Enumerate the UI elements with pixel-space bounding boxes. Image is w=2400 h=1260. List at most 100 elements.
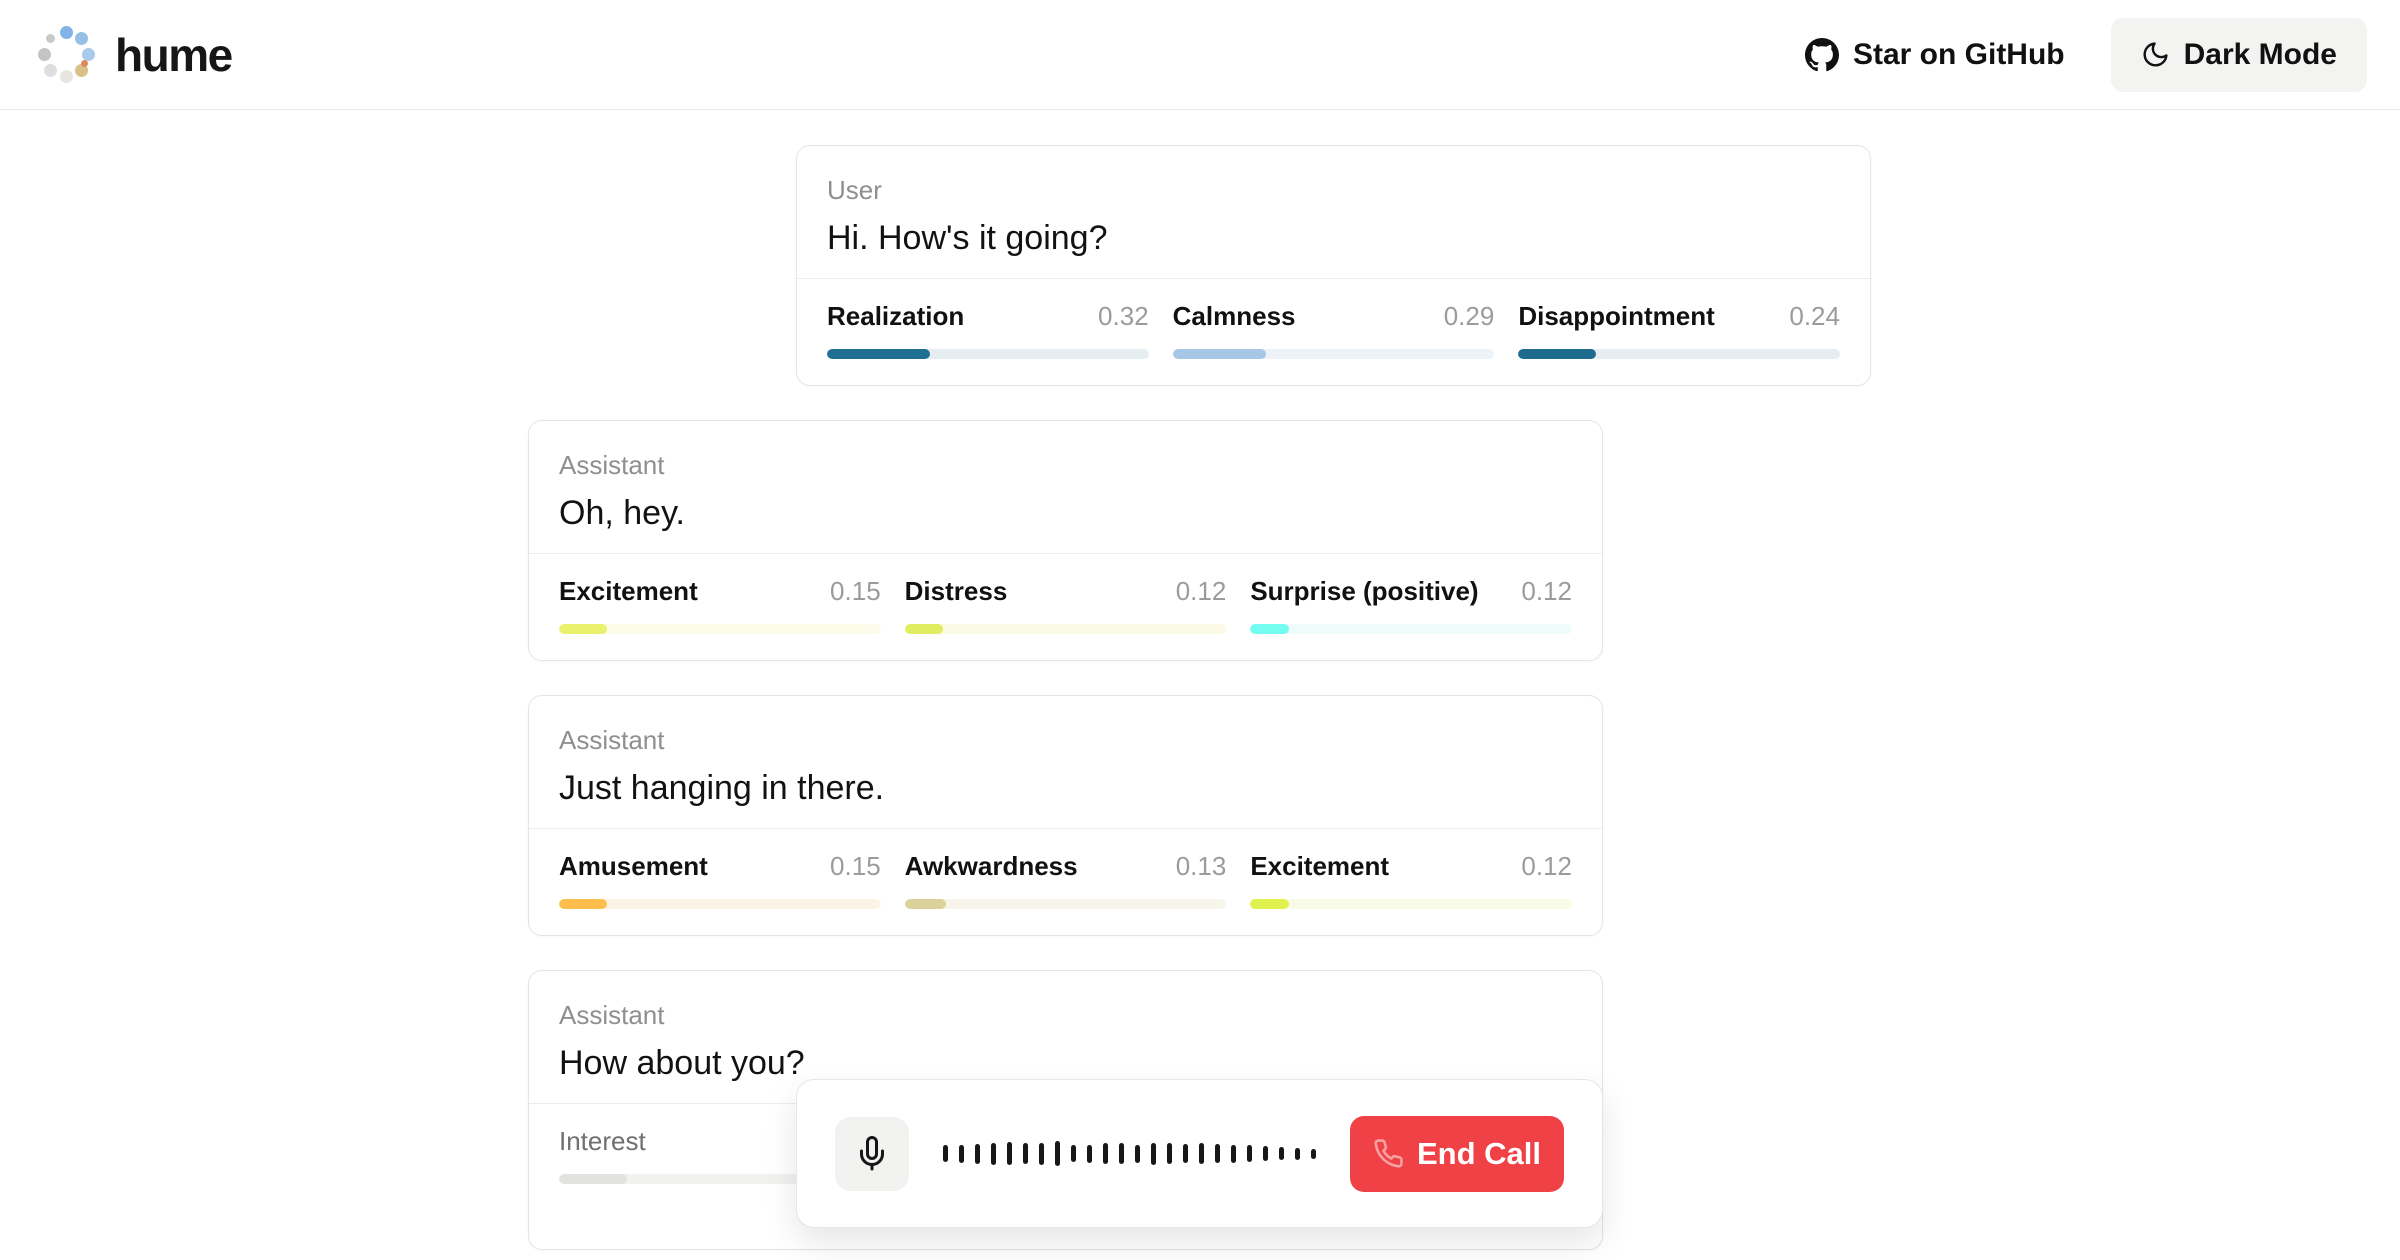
star-on-github-link[interactable]: Star on GitHub [1805,38,2065,72]
waveform-bar [1039,1143,1044,1165]
emotion-bar-fill [827,349,930,359]
emotion-name: Distress [905,572,1008,610]
waveform-bar [1055,1141,1060,1166]
emotion-item: Calmness 0.29 [1173,297,1495,359]
logo-dot [75,32,88,45]
message-role: Assistant [559,722,1572,758]
emotion-item: Surprise (positive) 0.12 [1250,572,1572,634]
emotion-value: 0.29 [1444,297,1495,335]
waveform-bar [1279,1147,1284,1160]
end-call-label: End Call [1417,1136,1541,1172]
waveform-bar [1247,1145,1252,1162]
emotion-bar-track [1250,624,1572,634]
logo-dot [46,34,55,43]
emotion-item: Excitement 0.12 [1250,847,1572,909]
emotion-bar-track [1518,349,1840,359]
emotion-bar-track [1173,349,1495,359]
microphone-icon [854,1136,890,1172]
message-card: User Hi. How's it going? Realization 0.3… [796,145,1871,386]
emotion-scores: Realization 0.32 Calmness 0.29 Disappoin… [797,278,1870,385]
call-control-panel: End Call [796,1079,1603,1228]
emotion-bar-fill [1518,349,1595,359]
message-section: Assistant Oh, hey. [529,421,1602,553]
emotion-item: Excitement 0.15 [559,572,881,634]
emotion-name: Interest [559,1122,646,1160]
logo-wordmark: hume [115,28,232,82]
dark-mode-label: Dark Mode [2184,38,2337,72]
waveform-bar [975,1144,980,1164]
waveform-bar [943,1145,948,1162]
emotion-bar-fill [1250,899,1289,909]
emotion-bar-fill [559,624,607,634]
hume-spinner-logo-icon [33,22,99,88]
message-card: Assistant Oh, hey. Excitement 0.15 Distr… [528,420,1603,661]
mute-microphone-button[interactable] [835,1117,909,1191]
dark-mode-button[interactable]: Dark Mode [2111,18,2367,92]
emotion-bar-track [827,349,1149,359]
waveform-bar [1231,1145,1236,1163]
message-role: User [827,172,1840,208]
waveform-bar [1103,1143,1108,1164]
emotion-header: Amusement 0.15 [559,847,881,885]
emotion-header: Distress 0.12 [905,572,1227,610]
hume-logo[interactable]: hume [33,22,232,88]
logo-dot [38,48,51,61]
message-text: Oh, hey. [559,489,1572,537]
waveform-bar [959,1145,964,1163]
emotion-scores: Amusement 0.15 Awkwardness 0.13 Exciteme… [529,828,1602,935]
waveform-bar [991,1143,996,1165]
emotion-bar-track [905,899,1227,909]
emotion-name: Surprise (positive) [1250,572,1478,610]
emotion-value: 0.12 [1521,572,1572,610]
emotion-bar-track [905,624,1227,634]
end-call-button[interactable]: End Call [1350,1116,1564,1192]
header: hume Star on GitHub Dark Mode [0,0,2400,110]
star-on-github-label: Star on GitHub [1853,38,2065,72]
message-text: Just hanging in there. [559,764,1572,812]
emotion-scores: Excitement 0.15 Distress 0.12 Surprise (… [529,553,1602,660]
emotion-name: Excitement [559,572,698,610]
emotion-value: 0.24 [1789,297,1840,335]
message-card: Assistant Just hanging in there. Amuseme… [528,695,1603,936]
waveform-bar [1151,1143,1156,1165]
emotion-name: Awkwardness [905,847,1078,885]
emotion-bar-fill [1173,349,1266,359]
emotion-name: Disappointment [1518,297,1714,335]
emotion-header: Disappointment 0.24 [1518,297,1840,335]
logo-dot [44,64,57,77]
waveform-bar [1023,1143,1028,1164]
waveform-bar [1007,1142,1012,1165]
logo-dot [60,26,73,39]
emotion-bar-fill [559,1174,627,1184]
emotion-value: 0.32 [1098,297,1149,335]
emotion-item: Realization 0.32 [827,297,1149,359]
phone-icon [1373,1138,1404,1169]
message-section: User Hi. How's it going? [797,146,1870,278]
emotion-bar-fill [905,899,947,909]
emotion-item: Awkwardness 0.13 [905,847,1227,909]
emotion-item: Distress 0.12 [905,572,1227,634]
waveform-bar [1071,1145,1076,1162]
emotion-name: Amusement [559,847,708,885]
emotion-header: Excitement 0.15 [559,572,881,610]
emotion-header: Calmness 0.29 [1173,297,1495,335]
waveform-bar [1311,1149,1316,1159]
waveform-bar [1199,1143,1204,1164]
emotion-item: Amusement 0.15 [559,847,881,909]
waveform-bar [1135,1145,1140,1163]
emotion-header: Awkwardness 0.13 [905,847,1227,885]
emotion-value: 0.12 [1521,847,1572,885]
emotion-header: Excitement 0.12 [1250,847,1572,885]
moon-icon [2141,40,2170,69]
emotion-name: Calmness [1173,297,1296,335]
emotion-bar-track [1250,899,1572,909]
emotion-item: Disappointment 0.24 [1518,297,1840,359]
waveform-bar [1263,1146,1268,1161]
message-text: Hi. How's it going? [827,214,1840,262]
message-section: Assistant Just hanging in there. [529,696,1602,828]
emotion-bar-fill [905,624,944,634]
waveform-bar [1119,1143,1124,1164]
emotion-value: 0.13 [1176,847,1227,885]
audio-waveform-visualizer [909,1141,1350,1166]
waveform-bar [1167,1143,1172,1164]
